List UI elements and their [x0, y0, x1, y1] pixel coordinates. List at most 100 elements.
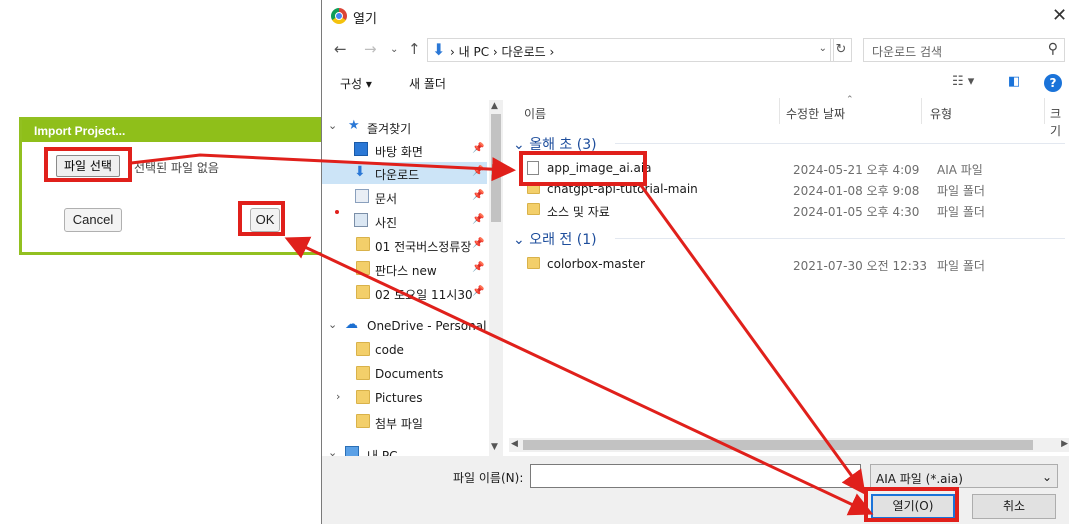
dialog-titlebar: 열기 ✕ [322, 0, 1069, 32]
nav-item-pictures[interactable]: 사진 📌 [322, 210, 487, 232]
address-dropdown-chevron-icon[interactable]: ⌄ [819, 43, 827, 54]
pin-icon: 📌 [472, 166, 485, 177]
desktop-icon [354, 142, 368, 156]
column-header-size[interactable]: 크기 [1050, 105, 1069, 139]
chevron-down-icon[interactable]: ⌄ [328, 119, 337, 132]
pictures-icon [354, 213, 368, 227]
dialog-cancel-button[interactable]: 취소 [972, 494, 1056, 519]
address-bar[interactable]: ⬇ › 내 PC › 다운로드 › ⌄ [427, 38, 834, 62]
nav-item-desktop[interactable]: 바탕 화면 📌 [322, 139, 487, 161]
nav-label: 사진 [375, 216, 398, 230]
import-panel-title: Import Project... [22, 120, 322, 142]
nav-item-onedrive-documents[interactable]: Documents [322, 363, 487, 385]
nav-label: 첨부 파일 [375, 417, 423, 431]
search-placeholder: 다운로드 검색 [872, 45, 943, 59]
pc-icon [345, 446, 359, 456]
help-icon[interactable]: ? [1044, 74, 1062, 92]
search-icon: ⚲ [1047, 41, 1058, 57]
nav-item-code[interactable]: code [322, 339, 487, 361]
file-row-colorbox[interactable]: colorbox-master 2021-07-30 오전 12:33 파일 폴… [523, 254, 1053, 274]
search-input[interactable]: 다운로드 검색 ⚲ [863, 38, 1065, 62]
scroll-up-icon[interactable]: ▲ [491, 101, 498, 111]
filename-input[interactable] [530, 464, 861, 488]
column-header-name[interactable]: 이름 [524, 105, 546, 122]
file-icon [527, 161, 539, 175]
scrollbar-thumb[interactable] [491, 114, 501, 222]
column-header-date[interactable]: 수정한 날짜 [786, 105, 845, 122]
nav-item-folder-bus-stops[interactable]: 01 전국버스정류장 📌 [322, 234, 487, 256]
nav-item-attachments[interactable]: 첨부 파일 [322, 411, 487, 433]
file-row-app-image-ai[interactable]: app_image_ai.aia 2024-05-21 오후 4:09 AIA … [523, 158, 1053, 178]
file-row-sources[interactable]: 소스 및 자료 2024-01-05 오후 4:30 파일 폴더 [523, 200, 1053, 220]
pin-icon: 📌 [472, 190, 485, 201]
nav-label: 01 전국버스정류장 [375, 240, 472, 254]
column-divider [1044, 98, 1045, 124]
pin-icon: 📌 [472, 262, 485, 273]
chevron-right-icon[interactable]: › [336, 390, 340, 403]
chrome-icon [331, 8, 347, 24]
group-header-long-ago[interactable]: ⌄ 오래 전 (1) [513, 229, 597, 249]
file-name: chatgpt-api-tutorial-main [547, 182, 698, 196]
folder-icon [527, 182, 540, 194]
nav-label: 판다스 new [375, 264, 437, 278]
no-file-selected-text: 선택된 파일 없음 [134, 161, 219, 175]
dialog-toolbar: 구성 ▾ 새 폴더 ☷ ▾ ◧ ? [322, 68, 1069, 98]
file-list: 이름 수정한 날짜 ⌃ 유형 크기 ⌄ 올해 초 (3) app_image_a… [509, 95, 1069, 438]
nav-item-onedrive[interactable]: ⌄ ☁ OneDrive - Personal [322, 315, 487, 337]
file-type-select[interactable]: AIA 파일 (*.aia) ⌄ [870, 464, 1058, 488]
new-folder-button[interactable]: 새 폴더 [409, 75, 446, 92]
forward-arrow-icon[interactable]: → [364, 40, 377, 58]
nav-item-onedrive-pictures[interactable]: › Pictures [322, 387, 487, 409]
up-arrow-icon[interactable]: ↑ [408, 40, 421, 58]
cancel-button[interactable]: Cancel [64, 208, 122, 232]
chevron-down-icon: ⌄ [513, 232, 525, 248]
recent-locations-chevron-icon[interactable]: ⌄ [390, 44, 398, 55]
open-button[interactable]: 열기(O) [871, 494, 955, 519]
download-icon: ⬇ [354, 164, 366, 180]
view-options-icon[interactable]: ☷ ▾ [952, 74, 974, 89]
column-divider [779, 98, 780, 124]
nav-item-favorites[interactable]: ⌄ ★ 즐겨찾기 [322, 116, 487, 138]
dialog-footer: 파일 이름(N): AIA 파일 (*.aia) ⌄ 열기(O) 취소 [322, 456, 1069, 524]
nav-item-folder-saturday[interactable]: 02 토요일 11시30 📌 [322, 282, 487, 304]
folder-icon [527, 203, 540, 215]
nav-item-this-pc[interactable]: ⌄ 내 PC [322, 443, 487, 456]
file-name: app_image_ai.aia [547, 161, 652, 175]
preview-pane-icon[interactable]: ◧ [1008, 74, 1020, 89]
nav-label: code [375, 343, 404, 357]
nav-item-downloads[interactable]: ⬇ 다운로드 📌 [322, 162, 487, 184]
back-arrow-icon[interactable]: ← [334, 40, 347, 58]
scroll-right-icon[interactable]: ▶ [1061, 439, 1068, 449]
choose-file-button[interactable]: 파일 선택 [56, 155, 120, 177]
folder-icon [356, 342, 370, 356]
refresh-icon[interactable]: ↻ [830, 38, 852, 62]
scroll-down-icon[interactable]: ▼ [491, 442, 498, 452]
import-project-panel: Import Project... 파일 선택 선택된 파일 없음 Cancel… [19, 117, 325, 255]
file-list-horizontal-scrollbar[interactable]: ◀ ▶ [509, 438, 1069, 452]
chevron-down-icon[interactable]: ⌄ [328, 446, 337, 456]
scrollbar-thumb[interactable] [523, 440, 1033, 450]
navigation-bar: ← → ⌄ ↑ ⬇ › 내 PC › 다운로드 › ⌄ ↻ 다운로드 검색 ⚲ [322, 36, 1069, 64]
close-icon[interactable]: ✕ [1052, 5, 1067, 26]
group-label: 오래 전 (1) [529, 232, 597, 248]
file-row-chatgpt-api[interactable]: chatgpt-api-tutorial-main 2024-01-08 오후 … [523, 179, 1053, 199]
nav-pane-scrollbar[interactable]: ▲ ▼ [489, 100, 503, 456]
folder-icon [356, 285, 370, 299]
sort-chevron-icon: ⌃ [846, 95, 854, 105]
organize-menu[interactable]: 구성 ▾ [340, 75, 372, 92]
nav-item-documents[interactable]: 문서 📌 [322, 186, 487, 208]
nav-item-folder-pandas[interactable]: 판다스 new 📌 [322, 258, 487, 280]
nav-label: Documents [375, 367, 444, 381]
ok-button[interactable]: OK [250, 208, 280, 232]
scroll-left-icon[interactable]: ◀ [511, 439, 518, 449]
group-divider [615, 143, 1065, 144]
column-header-type[interactable]: 유형 [930, 105, 952, 122]
group-header-this-year[interactable]: ⌄ 올해 초 (3) [513, 134, 597, 154]
pin-icon: 📌 [472, 286, 485, 297]
download-icon: ⬇ [432, 40, 446, 59]
group-label: 올해 초 (3) [529, 137, 597, 153]
pin-icon: 📌 [472, 214, 485, 225]
chevron-down-icon[interactable]: ⌄ [328, 318, 337, 331]
file-date: 2024-01-05 오후 4:30 [793, 205, 920, 219]
nav-label: OneDrive - Personal [367, 319, 487, 333]
